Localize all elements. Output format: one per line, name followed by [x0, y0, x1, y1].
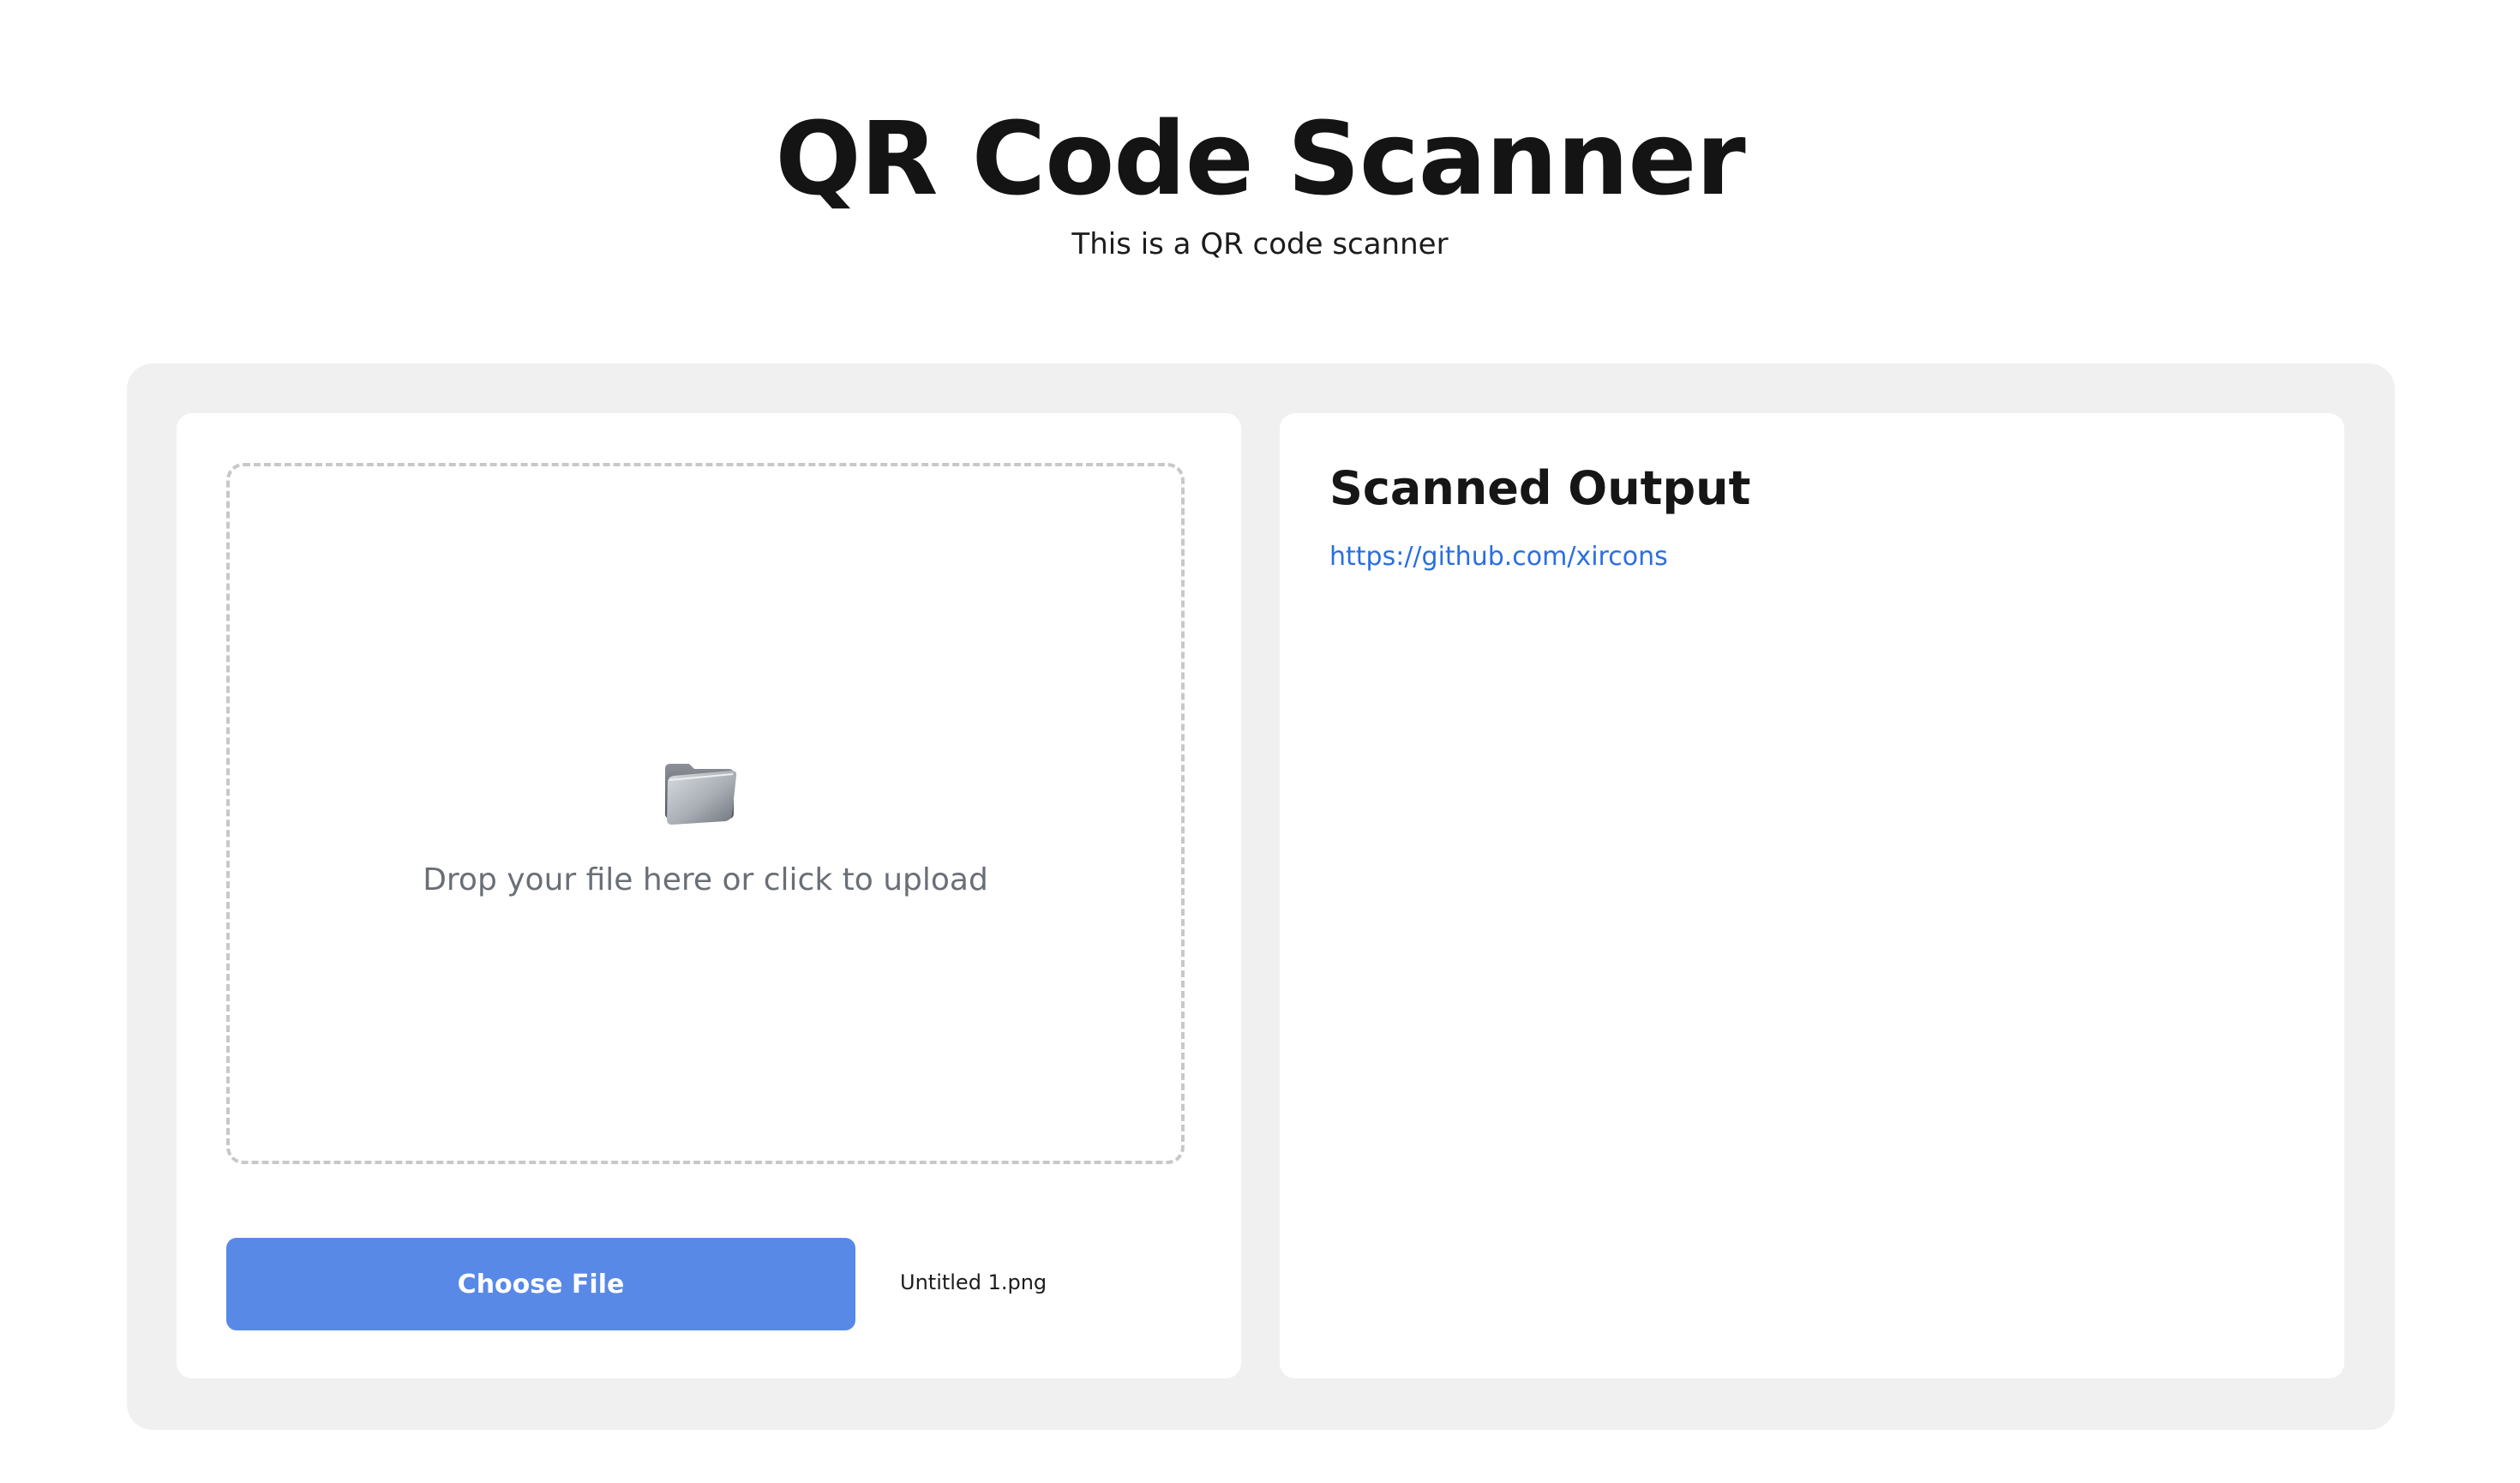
- output-card: Scanned Output https://github.com/xircon…: [1280, 413, 2344, 1378]
- selected-file-name: Untitled 1.png: [900, 1270, 1047, 1294]
- upload-card: Drop your file here or click to upload C…: [177, 413, 1241, 1378]
- header: QR Code Scanner This is a QR code scanne…: [0, 94, 2520, 266]
- folder-icon: [665, 764, 737, 825]
- scanner-container: Drop your file here or click to upload C…: [127, 363, 2395, 1430]
- dropzone-text: Drop your file here or click to upload: [423, 862, 988, 898]
- page-title: QR Code Scanner: [775, 99, 1745, 218]
- choose-file-button[interactable]: Choose File: [226, 1238, 855, 1330]
- file-dropzone[interactable]: Drop your file here or click to upload: [226, 463, 1185, 1164]
- page: QR Code Scanner This is a QR code scanne…: [0, 0, 2520, 1483]
- output-title: Scanned Output: [1329, 461, 1751, 515]
- scanned-result-link[interactable]: https://github.com/xircons: [1329, 542, 1668, 572]
- page-subtitle: This is a QR code scanner: [1071, 227, 1449, 261]
